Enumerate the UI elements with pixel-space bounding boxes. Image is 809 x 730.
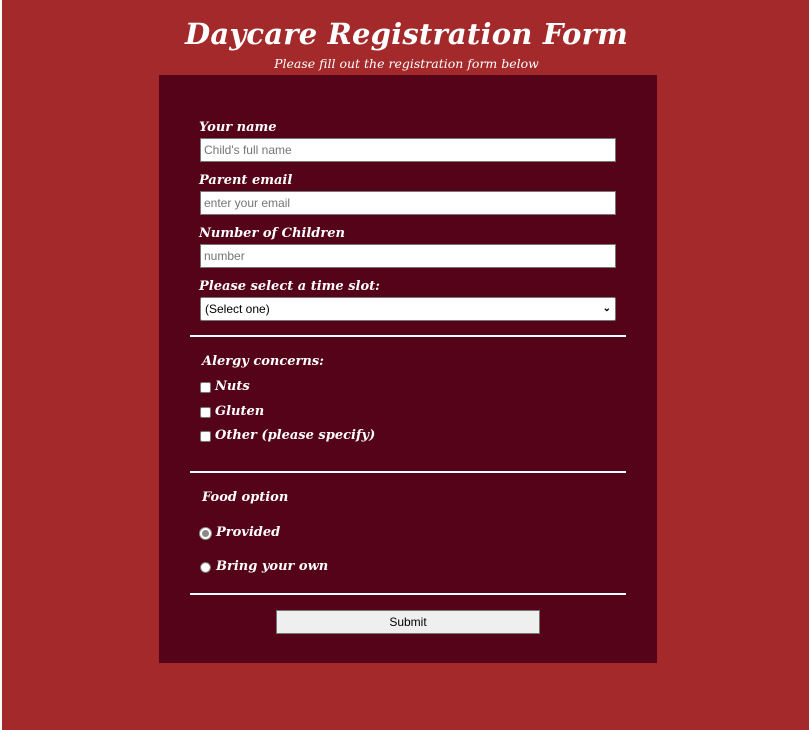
allergy-heading: Alergy concerns: — [202, 354, 324, 369]
name-input[interactable] — [200, 138, 616, 162]
divider — [190, 593, 626, 595]
allergy-option-gluten[interactable]: Gluten — [200, 404, 264, 420]
name-label: Your name — [199, 120, 277, 135]
nuts-label: Nuts — [215, 379, 250, 394]
allergy-option-other[interactable]: Other (please specify) — [200, 428, 375, 444]
submit-button[interactable]: Submit — [276, 610, 540, 634]
time-slot-label: Please select a time slot: — [199, 279, 380, 294]
page-title: Daycare Registration Form — [185, 17, 628, 51]
gluten-label: Gluten — [215, 404, 265, 419]
divider — [190, 471, 626, 473]
email-input[interactable] — [200, 191, 616, 215]
bring-own-radio[interactable] — [200, 561, 211, 573]
children-count-input[interactable] — [200, 244, 616, 268]
other-label: Other (please specify) — [215, 428, 376, 443]
other-checkbox[interactable] — [200, 430, 211, 442]
provided-label: Provided — [216, 525, 281, 540]
page-subtitle: Please fill out the registration form be… — [274, 56, 539, 71]
email-label: Parent email — [199, 173, 293, 188]
time-slot-select[interactable]: (Select one) ⌄ — [200, 297, 616, 321]
chevron-down-icon: ⌄ — [602, 303, 611, 314]
time-slot-selected-value: (Select one) — [205, 302, 270, 316]
registration-form: Your name Parent email Number of Childre… — [159, 75, 657, 663]
children-label: Number of Children — [199, 226, 345, 241]
food-heading: Food option — [202, 490, 289, 505]
bring-own-label: Bring your own — [216, 559, 329, 574]
allergy-option-nuts[interactable]: Nuts — [200, 379, 250, 395]
food-option-provided[interactable]: Provided — [200, 525, 280, 541]
nuts-checkbox[interactable] — [200, 381, 211, 393]
provided-radio[interactable] — [200, 527, 211, 539]
gluten-checkbox[interactable] — [200, 406, 211, 418]
divider — [190, 335, 626, 337]
food-option-bring-own[interactable]: Bring your own — [200, 559, 328, 575]
